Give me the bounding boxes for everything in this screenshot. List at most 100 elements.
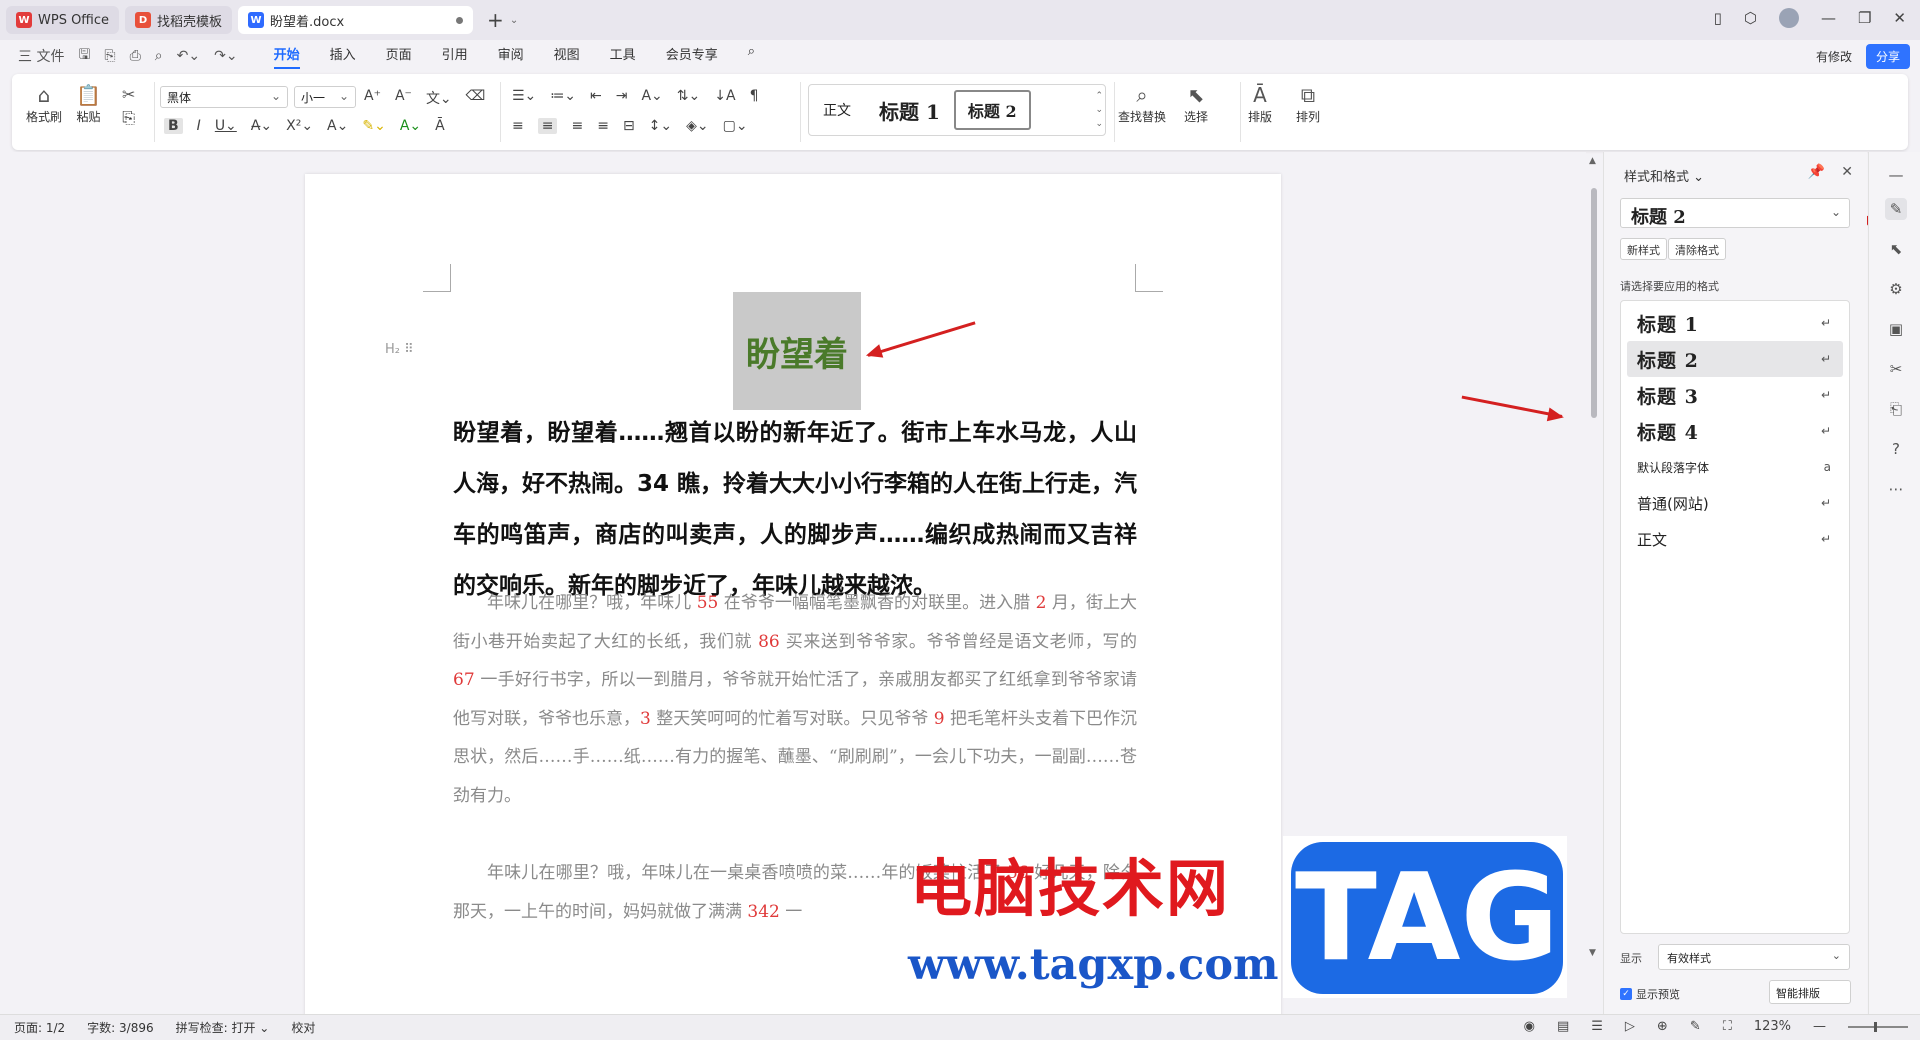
tab-review[interactable]: 审阅 [498, 44, 524, 69]
heading-level-marker[interactable]: H₂ ⠿ [385, 342, 414, 357]
bullet-list-icon[interactable]: ☰⌄ [512, 88, 536, 104]
text-direction-icon[interactable]: A⌄ [641, 88, 662, 104]
print-icon[interactable]: ⎙ [130, 48, 141, 64]
show-marks-icon[interactable]: ¶ [750, 88, 759, 104]
line-spacing-icon[interactable]: ↕⌄ [649, 118, 672, 134]
play-icon[interactable]: ▷ [1625, 1019, 1635, 1034]
italic-icon[interactable]: I [197, 118, 201, 134]
export-icon[interactable]: ⎘ [104, 48, 115, 64]
tab-tools[interactable]: 工具 [610, 44, 636, 69]
show-filter-select[interactable]: 有效样式 ⌄ [1658, 944, 1850, 970]
paste-button[interactable]: 📋 粘贴 [76, 82, 101, 125]
decrease-indent-icon[interactable]: ⇤ [590, 88, 602, 104]
document-review-icon[interactable]: ⎗ [1885, 398, 1907, 420]
tab-home[interactable]: 开始 [273, 44, 300, 69]
adjust-icon[interactable]: ⚙ [1885, 278, 1907, 300]
style-pen-icon[interactable]: ✎ [1885, 198, 1907, 220]
shrink-font-icon[interactable]: A⁻ [395, 88, 412, 108]
page-view-icon[interactable]: ▤ [1557, 1019, 1569, 1034]
align-left-icon[interactable]: ≡ [512, 118, 524, 134]
unsaved-dot-icon[interactable] [456, 16, 464, 24]
underline-icon[interactable]: U⌄ [215, 118, 237, 134]
font-family-select[interactable]: 黑体 ⌄ [160, 86, 288, 108]
tab-template[interactable]: D 找稻壳模板 [125, 6, 233, 34]
justify-icon[interactable]: ≡ [597, 118, 609, 134]
clear-format-icon[interactable]: ⌫ [466, 88, 486, 108]
tab-wps-office[interactable]: W WPS Office [6, 6, 120, 34]
style-list-item[interactable]: 标题 3 ↵ [1627, 377, 1843, 413]
style-list-item[interactable]: 普通(网站) ↵ [1627, 485, 1843, 521]
style-list-item[interactable]: 标题 2 ↵ [1627, 341, 1843, 377]
help-icon[interactable]: ? [1885, 438, 1907, 460]
tools-icon[interactable]: ✂ [1885, 358, 1907, 380]
align-center-icon[interactable]: ≡ [537, 118, 558, 134]
copy-icon[interactable]: ⎘ [122, 108, 135, 128]
vertical-scrollbar[interactable]: ▲ ▼ [1586, 152, 1602, 1014]
redo-icon[interactable]: ↷⌄ [214, 48, 237, 64]
find-replace-button[interactable]: ⌕ 查找替换 [1118, 82, 1166, 125]
superscript-icon[interactable]: X²⌄ [286, 118, 313, 134]
arrange-button[interactable]: ⧉ 排列 [1296, 82, 1320, 125]
cut-icon[interactable]: ✂ [122, 82, 135, 108]
layout-icon[interactable]: ▯ [1714, 9, 1722, 27]
select-cursor-icon[interactable]: ⬉ [1885, 238, 1907, 260]
highlight-icon[interactable]: ✎⌄ [362, 118, 385, 134]
search-icon[interactable]: ⌕ [748, 44, 755, 69]
zoom-out-icon[interactable]: — [1813, 1019, 1826, 1034]
body-paragraph-1[interactable]: 年味儿在哪里？哦，年味儿 55 在爷爷一幅幅笔墨飘香的对联里。进入腊 2 月，街… [453, 584, 1137, 815]
collapse-icon[interactable]: — [1885, 164, 1907, 186]
pen-icon[interactable]: ✎ [1690, 1019, 1701, 1034]
tab-page[interactable]: 页面 [386, 44, 412, 69]
undo-icon[interactable]: ↶⌄ [177, 48, 200, 64]
style-normal[interactable]: 正文 [809, 100, 865, 120]
scroll-up-icon[interactable]: ▲ [1589, 156, 1596, 166]
scroll-thumb[interactable] [1591, 188, 1597, 418]
document-title-selected[interactable]: 盼望着 [733, 292, 861, 410]
format-painter-button[interactable]: ⌂ 格式刷 [26, 82, 62, 125]
proofread[interactable]: 校对 [291, 1019, 315, 1036]
pane-title[interactable]: 样式和格式 ⌄ [1624, 166, 1704, 185]
current-style-select[interactable]: 标题 2 ⌄ [1620, 198, 1850, 228]
modified-status[interactable]: 有修改 [1816, 48, 1852, 65]
style-heading2[interactable]: 标题 2 [953, 90, 1031, 130]
image-edit-icon[interactable]: ▣ [1885, 318, 1907, 340]
eye-icon[interactable]: ◉ [1524, 1019, 1535, 1034]
zoom-slider[interactable] [1848, 1021, 1908, 1032]
zoom-level[interactable]: 123% [1754, 1019, 1791, 1034]
tab-list-chevron-icon[interactable]: ⌄ [510, 15, 518, 26]
strikethrough-icon[interactable]: A̶⌄ [251, 118, 272, 134]
save-icon[interactable]: 🖫 [78, 44, 90, 68]
tab-view[interactable]: 视图 [554, 44, 580, 69]
file-menu[interactable]: 三 文件 [18, 46, 64, 66]
spell-check[interactable]: 拼写检查: 打开 ⌄ [176, 1019, 270, 1036]
show-preview-checkbox[interactable]: ✓ 显示预览 [1620, 986, 1680, 1002]
style-list-item[interactable]: 正文 ↵ [1627, 521, 1843, 557]
pin-icon[interactable]: 📌 [1808, 164, 1825, 180]
bold-icon[interactable]: B [164, 118, 183, 134]
border-icon[interactable]: ▢⌄ [723, 118, 748, 134]
minimize-icon[interactable]: — [1821, 9, 1836, 27]
bold-paragraph[interactable]: 盼望着，盼望着……翘首以盼的新年近了。街市上车水马龙，人山人海，好不热闹。34 … [453, 408, 1137, 612]
avatar[interactable] [1778, 8, 1799, 28]
smart-layout-button[interactable]: 智能排版 [1769, 980, 1851, 1004]
page-indicator[interactable]: 页面: 1/2 [14, 1019, 65, 1036]
select-button[interactable]: ⬉ 选择 [1184, 82, 1208, 125]
align-right-icon[interactable]: ≡ [571, 118, 583, 134]
shading-icon[interactable]: ◈⌄ [686, 118, 709, 134]
outline-view-icon[interactable]: ☰ [1591, 1019, 1603, 1034]
restore-icon[interactable]: ❐ [1858, 9, 1871, 27]
scroll-down-icon[interactable]: ▼ [1589, 948, 1596, 958]
char-shading-icon[interactable]: Ā [435, 118, 445, 134]
numbered-list-icon[interactable]: ≔⌄ [550, 88, 576, 104]
style-list-item[interactable]: 标题 1 ↵ [1627, 305, 1843, 341]
grow-font-icon[interactable]: A⁺ [364, 88, 381, 108]
tab-insert[interactable]: 插入 [330, 44, 356, 69]
tab-document[interactable]: W 盼望着.docx [238, 6, 474, 34]
share-button[interactable]: 分享 [1865, 44, 1910, 69]
distribute-icon[interactable]: ⊟ [623, 118, 635, 134]
new-tab-icon[interactable]: + [487, 8, 504, 32]
sort-icon[interactable]: ⇅⌄ [677, 88, 700, 104]
style-list-item[interactable]: 标题 4 ↵ [1627, 413, 1843, 449]
font-color-icon[interactable]: A⌄ [400, 118, 421, 134]
gallery-scroll-icon[interactable]: ⌃ ⌄ ⌄ [1095, 89, 1103, 131]
